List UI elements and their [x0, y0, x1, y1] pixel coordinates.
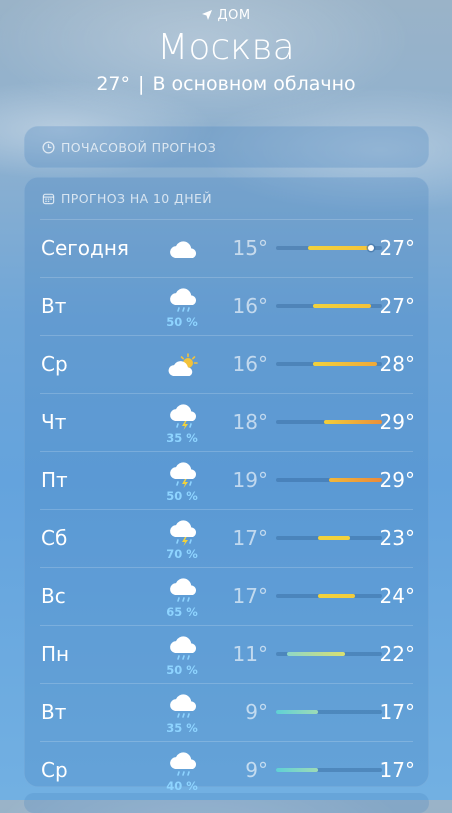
hourly-forecast-card[interactable]: ПОЧАСОВОЙ ПРОГНОЗ — [24, 126, 429, 168]
low-temp: 16° — [232, 294, 268, 318]
ten-day-forecast-card[interactable]: ПРОГНОЗ НА 10 ДНЕЙ Сегодня 15° 27° Вт 50 % 16… — [24, 177, 429, 793]
hourly-forecast-title: ПОЧАСОВОЙ ПРОГНОЗ — [42, 137, 216, 157]
cloud-rain-icon — [167, 692, 201, 724]
cloud-thunder-icon — [167, 460, 201, 492]
day-label: Сегодня — [41, 236, 129, 260]
day-label: Вт — [41, 294, 67, 318]
high-temp: 17° — [379, 700, 415, 724]
day-label: Вс — [41, 584, 66, 608]
high-temp: 28° — [379, 352, 415, 376]
forecast-row[interactable]: Сегодня 15° 27° — [40, 219, 415, 277]
cloud-thunder-icon — [167, 402, 201, 434]
high-temp: 27° — [379, 294, 415, 318]
low-temp: 11° — [232, 642, 268, 666]
high-temp: 17° — [379, 758, 415, 782]
current-conditions: 27° | В основном облачно — [0, 72, 452, 96]
low-temp: 15° — [232, 236, 268, 260]
day-label: Ср — [41, 352, 68, 376]
high-temp: 24° — [379, 584, 415, 608]
forecast-row[interactable]: Чт 35 % 18° 29° — [40, 393, 415, 451]
sun-cloud-icon — [167, 350, 201, 382]
cloud-rain-icon — [167, 750, 201, 782]
temp-range-fill — [286, 652, 345, 656]
high-temp: 23° — [379, 526, 415, 550]
calendar-icon — [42, 193, 55, 204]
cloud-rain-icon — [167, 286, 201, 318]
hourly-forecast-label: ПОЧАСОВОЙ ПРОГНОЗ — [61, 139, 217, 155]
cloud-rain-icon — [167, 576, 201, 608]
temp-range-fill — [276, 710, 319, 714]
forecast-row[interactable]: Вт 35 % 9° 17° — [40, 683, 415, 741]
low-temp: 18° — [232, 410, 268, 434]
location-arrow-icon — [202, 10, 213, 20]
day-label: Чт — [41, 410, 67, 434]
high-temp: 22° — [379, 642, 415, 666]
current-condition: В основном облачно — [152, 73, 356, 95]
forecast-row[interactable]: Вт 50 % 16° 27° — [40, 277, 415, 335]
forecast-row[interactable]: Ср 40 % 9° 17° — [40, 741, 415, 799]
cloud-icon — [167, 234, 201, 266]
city-name: Москва — [157, 27, 295, 68]
low-temp: 17° — [232, 526, 268, 550]
low-temp: 17° — [232, 584, 268, 608]
ten-day-forecast-label: ПРОГНОЗ НА 10 ДНЕЙ — [61, 190, 213, 206]
low-temp: 19° — [232, 468, 268, 492]
temp-range-fill — [318, 594, 356, 598]
temp-range-fill — [318, 536, 351, 540]
high-temp: 27° — [379, 236, 415, 260]
forecast-row[interactable]: Ср 16° 28° — [40, 335, 415, 393]
forecast-row[interactable]: Сб 70 % 17° 23° — [40, 509, 415, 567]
low-temp: 16° — [232, 352, 268, 376]
low-temp: 9° — [245, 700, 268, 724]
forecast-row[interactable]: Пт 50 % 19° 29° — [40, 451, 415, 509]
day-label: Сб — [41, 526, 68, 550]
high-temp: 29° — [379, 410, 415, 434]
forecast-row[interactable]: Пн 50 % 11° 22° — [40, 625, 415, 683]
day-label: Пт — [41, 468, 68, 492]
low-temp: 9° — [245, 758, 268, 782]
ten-day-forecast-title: ПРОГНОЗ НА 10 ДНЕЙ — [42, 188, 212, 208]
location-label: ДОМ — [0, 5, 452, 25]
location-text: ДОМ — [217, 7, 251, 23]
separator: | — [138, 73, 145, 95]
high-temp: 29° — [379, 468, 415, 492]
day-label: Ср — [41, 758, 68, 782]
temp-range-fill — [276, 768, 319, 772]
day-label: Вт — [41, 700, 67, 724]
clock-icon — [42, 140, 55, 154]
cloud-rain-icon — [167, 634, 201, 666]
current-temp: 27° — [96, 73, 131, 95]
day-label: Пн — [41, 642, 70, 666]
forecast-row[interactable]: Вс 65 % 17° 24° — [40, 567, 415, 625]
forecast-list: Сегодня 15° 27° Вт 50 % 16° 27° Ср 16° 28° Чт 35 % 1… — [24, 219, 429, 799]
cloud-thunder-icon — [167, 518, 201, 550]
next-card-edge — [24, 793, 429, 813]
